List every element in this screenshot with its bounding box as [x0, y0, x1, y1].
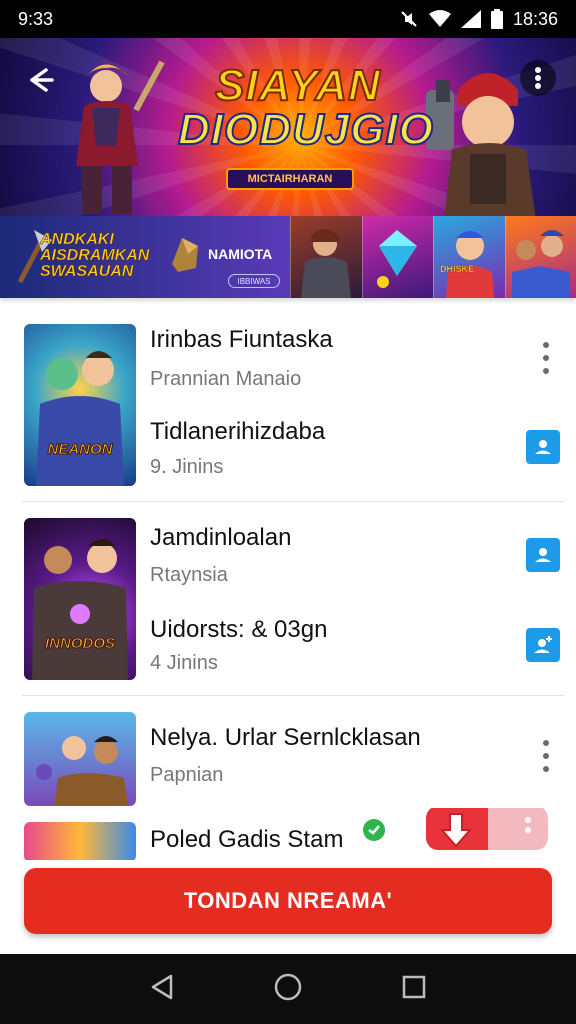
gem-icon — [376, 230, 417, 288]
list-item-subtitle: Prannian Manaio — [150, 368, 302, 390]
list-item-more-button[interactable] — [536, 338, 556, 378]
add-person-icon[interactable] — [526, 628, 560, 662]
list-item-more-button[interactable] — [536, 736, 556, 776]
list-item-meta: 9. Jinins — [150, 456, 224, 478]
wifi-icon — [428, 10, 451, 28]
list-item[interactable]: INNODOS Jamdinloalan Rtaynsia Uidorsts: … — [22, 502, 564, 696]
list-item-subtitle: Papnian — [150, 764, 224, 786]
hero-more-button[interactable] — [520, 60, 556, 96]
hero-title-line1: SIAYAN — [214, 61, 381, 110]
mute-icon — [399, 9, 419, 29]
more-vertical-icon — [525, 817, 531, 833]
status-bar: 9:33 18:36 — [0, 0, 576, 38]
person-icon[interactable] — [526, 538, 560, 572]
list-item-title: Irinbas Fiuntaska — [150, 326, 333, 353]
back-arrow-icon — [30, 68, 54, 92]
signal-icon — [460, 10, 481, 28]
list-item-title: Jamdinloalan — [150, 524, 292, 551]
promo-title: ANDKAKI AISDRAMKAN SWASAUAN — [40, 231, 150, 280]
warrior-icon — [301, 229, 351, 298]
back-button[interactable] — [22, 62, 58, 98]
list-item-meta: 4 Jinins — [150, 652, 218, 674]
promo-main-banner[interactable]: ANDKAKI AISDRAMKAN SWASAUAN NAMIOTA IBBI… — [0, 216, 290, 298]
download-arrow-icon — [439, 813, 473, 848]
hero-title-line2: DIODUJGIO — [177, 105, 434, 154]
list-item-title: Nelya. Urlar Sernlcklasan — [150, 724, 421, 751]
nav-back-button[interactable] — [149, 973, 175, 1006]
system-nav-bar — [0, 954, 576, 1024]
hero-portrait-icon — [446, 231, 494, 298]
list-item-subtitle: Rtaynsia — [150, 564, 228, 586]
status-right-time: 18:36 — [512, 8, 558, 29]
status-time: 9:33 — [18, 8, 54, 29]
hero-subtitle: MICTAIRHARAN — [226, 168, 354, 190]
list-item[interactable]: Nelya. Urlar Sernlcklasan Papnian — [22, 696, 564, 806]
list-item-title: Poled Gadis Stam — [150, 826, 344, 853]
promo-brand: NAMIOTA — [208, 246, 273, 262]
list-item-thumbnail — [24, 712, 136, 806]
list-item-thumbnail: NEANON — [24, 324, 136, 486]
promo-button[interactable]: IBBIWAS — [228, 274, 280, 288]
list-item[interactable]: NEANON Irinbas Fiuntaska Prannian Manaio… — [22, 318, 564, 502]
list-item-partial[interactable]: Poled Gadis Stam — [22, 808, 564, 860]
promo-tile-1[interactable] — [290, 216, 362, 298]
hero-banner: SIAYAN DIODUJGIO MICTAIRHARAN — [0, 38, 576, 216]
battery-icon — [490, 9, 503, 29]
promo-tile-2[interactable] — [361, 216, 433, 298]
thumbnail-art — [32, 539, 128, 680]
list-item-detail: Tidlanerihizdaba — [150, 418, 326, 445]
recents-square-icon — [402, 975, 426, 998]
promo-strip: ANDKAKI AISDRAMKAN SWASAUAN NAMIOTA IBBI… — [0, 216, 576, 298]
download-toggle[interactable] — [426, 808, 548, 850]
contact-card-icon[interactable] — [526, 430, 560, 464]
list-item-thumbnail: INNODOS — [24, 518, 136, 680]
more-vertical-icon — [535, 67, 541, 89]
home-circle-icon — [274, 973, 302, 1000]
promo-tile-3[interactable]: DHISKE — [433, 216, 505, 298]
status-icons: 18:36 — [399, 9, 558, 30]
thumbnail-art — [36, 736, 128, 806]
thumbnail-label: INNODOS — [44, 635, 115, 653]
squad-icon — [511, 230, 570, 298]
gold-rock-icon — [172, 238, 198, 272]
thumbnail-label: NEANON — [47, 441, 113, 459]
chat-icon — [362, 818, 386, 847]
back-triangle-icon — [151, 974, 173, 999]
hero-title: SIAYAN DIODUJGIO — [177, 61, 434, 154]
list-item-thumbnail — [24, 822, 136, 860]
game-list: NEANON Irinbas Fiuntaska Prannian Manaio… — [0, 318, 576, 806]
primary-cta-button[interactable]: TONDAN NREAMA' — [24, 868, 552, 934]
thumbnail-art — [36, 351, 124, 486]
promo-tile-3-label: DHISKE — [440, 264, 475, 274]
list-item-detail: Uidorsts: & 03gn — [150, 616, 328, 643]
nav-home-button[interactable] — [273, 972, 303, 1007]
promo-tile-4[interactable] — [504, 216, 576, 298]
hero-character-left — [76, 60, 165, 214]
nav-recents-button[interactable] — [401, 974, 427, 1005]
